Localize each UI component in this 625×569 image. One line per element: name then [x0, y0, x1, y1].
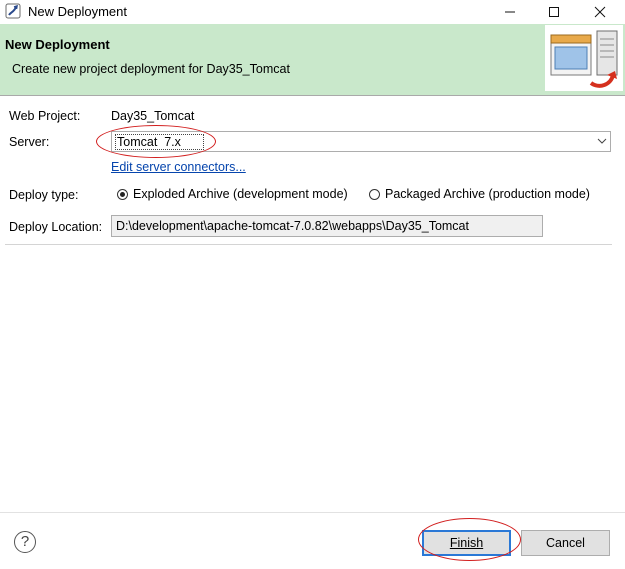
eclipse-app-icon: [5, 3, 21, 19]
banner-title: New Deployment: [5, 37, 110, 52]
deploy-location-field[interactable]: D:\development\apache-tomcat-7.0.82\weba…: [111, 215, 543, 237]
radio-exploded-archive-label: Exploded Archive (development mode): [133, 187, 348, 201]
maximize-button[interactable]: [531, 0, 577, 24]
web-project-label: Web Project:: [9, 109, 81, 123]
server-label: Server:: [9, 135, 50, 149]
cancel-button[interactable]: Cancel: [521, 530, 610, 556]
section-divider: [5, 244, 612, 245]
radio-packaged-archive-label: Packaged Archive (production mode): [385, 187, 590, 201]
maximize-icon: [549, 7, 559, 17]
close-button[interactable]: [577, 0, 623, 24]
web-project-value: Day35_Tomcat: [111, 109, 195, 123]
help-icon[interactable]: ?: [14, 531, 36, 553]
deploy-type-label: Deploy type:: [9, 188, 79, 202]
server-deploy-icon: [545, 25, 623, 91]
finish-button-label: Finish: [449, 536, 484, 550]
banner-description: Create new project deployment for Day35_…: [12, 62, 290, 76]
deploy-location-label: Deploy Location:: [9, 220, 103, 234]
server-select[interactable]: Tomcat 7.x: [111, 131, 611, 152]
finish-button[interactable]: Finish: [422, 530, 511, 556]
title-bar: New Deployment: [0, 0, 625, 24]
cancel-button-label: Cancel: [546, 536, 585, 550]
window-title: New Deployment: [28, 4, 127, 19]
radio-unselected-icon: [369, 188, 380, 200]
server-select-value: Tomcat 7.x: [115, 134, 204, 150]
radio-selected-icon: [117, 188, 128, 200]
chevron-down-icon: [597, 138, 607, 144]
minimize-button[interactable]: [487, 0, 533, 24]
radio-exploded-archive[interactable]: Exploded Archive (development mode): [117, 187, 348, 201]
edit-server-connectors-link[interactable]: Edit server connectors...: [111, 160, 246, 174]
footer-divider: [0, 512, 625, 513]
radio-packaged-archive[interactable]: Packaged Archive (production mode): [369, 187, 590, 201]
wizard-banner: New Deployment Create new project deploy…: [0, 24, 625, 96]
minimize-icon: [505, 11, 515, 13]
close-icon: [594, 6, 606, 18]
